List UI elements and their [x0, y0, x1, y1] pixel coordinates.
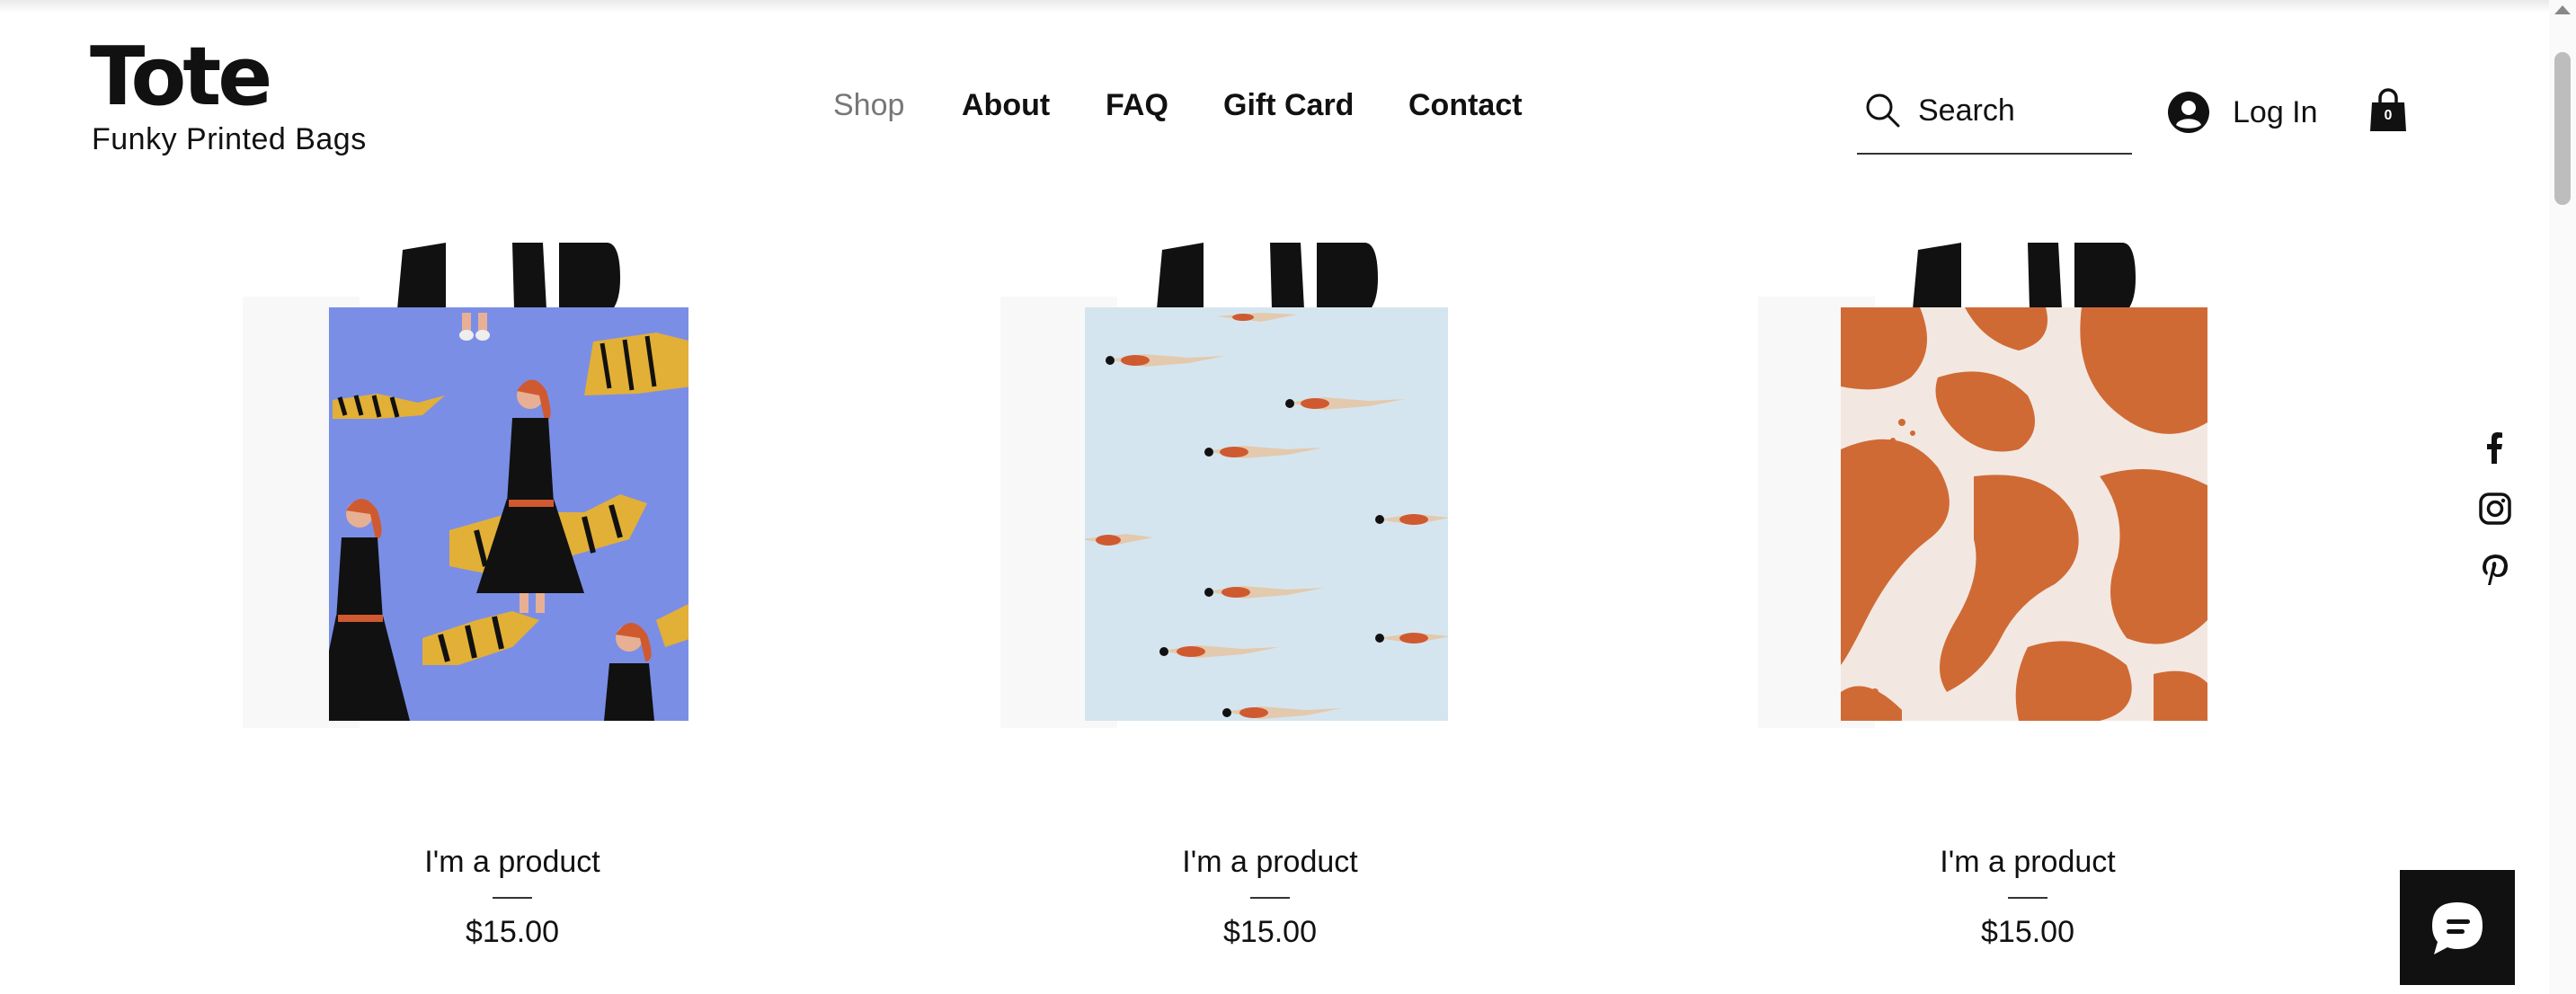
scrollbar-thumb[interactable]: [2554, 52, 2571, 205]
tote-bag-women-tigers-image: [243, 243, 688, 728]
site-logo[interactable]: Tote Funky Printed Bags: [90, 32, 367, 157]
login-button[interactable]: Log In: [2168, 88, 2318, 137]
search-icon: [1866, 93, 1900, 128]
search-box[interactable]: [1857, 86, 2132, 155]
social-bar: [2477, 430, 2513, 613]
product-name[interactable]: I'm a product: [1758, 845, 2297, 880]
product-image[interactable]: [243, 243, 782, 746]
login-label: Log In: [2233, 94, 2318, 129]
nav-item-faq[interactable]: FAQ: [1106, 88, 1168, 123]
product-divider: [2008, 897, 2047, 899]
nav-item-about[interactable]: About: [962, 88, 1050, 123]
pinterest-icon[interactable]: [2477, 552, 2513, 588]
product-price: $15.00: [1981, 915, 2074, 949]
site-tagline: Funky Printed Bags: [92, 122, 367, 156]
product-divider: [493, 897, 532, 899]
product-name[interactable]: I'm a product: [1000, 845, 1540, 880]
cart-count: 0: [2384, 108, 2393, 123]
chat-button[interactable]: [2400, 870, 2515, 985]
nav-item-shop[interactable]: Shop: [833, 88, 904, 123]
chat-bubble-icon: [2432, 902, 2483, 954]
user-avatar-icon: [2168, 92, 2209, 133]
product-divider: [1250, 897, 1290, 899]
nav-item-contact[interactable]: Contact: [1408, 88, 1523, 123]
product-card[interactable]: I'm a product $15.00: [1000, 243, 1540, 949]
product-price: $15.00: [466, 915, 559, 949]
scroll-up-arrow-icon[interactable]: [2553, 4, 2572, 16]
nav-item-gift-card[interactable]: Gift Card: [1223, 88, 1354, 123]
facebook-icon[interactable]: [2477, 430, 2513, 466]
product-name[interactable]: I'm a product: [243, 845, 782, 880]
site-title[interactable]: Tote: [90, 32, 367, 122]
product-image[interactable]: [1758, 243, 2297, 746]
tote-bag-swimmers-image: [1000, 243, 1448, 728]
product-image[interactable]: [1000, 243, 1540, 746]
search-input[interactable]: [1918, 86, 2125, 135]
tote-bag-brushstrokes-image: [1758, 243, 2207, 728]
instagram-icon[interactable]: [2477, 491, 2513, 527]
cart-button[interactable]: 0: [2369, 88, 2407, 133]
product-price: $15.00: [1223, 915, 1317, 949]
product-card[interactable]: I'm a product $15.00: [1758, 243, 2297, 949]
product-card[interactable]: I'm a product $15.00: [243, 243, 782, 949]
top-edge: [0, 0, 2553, 13]
